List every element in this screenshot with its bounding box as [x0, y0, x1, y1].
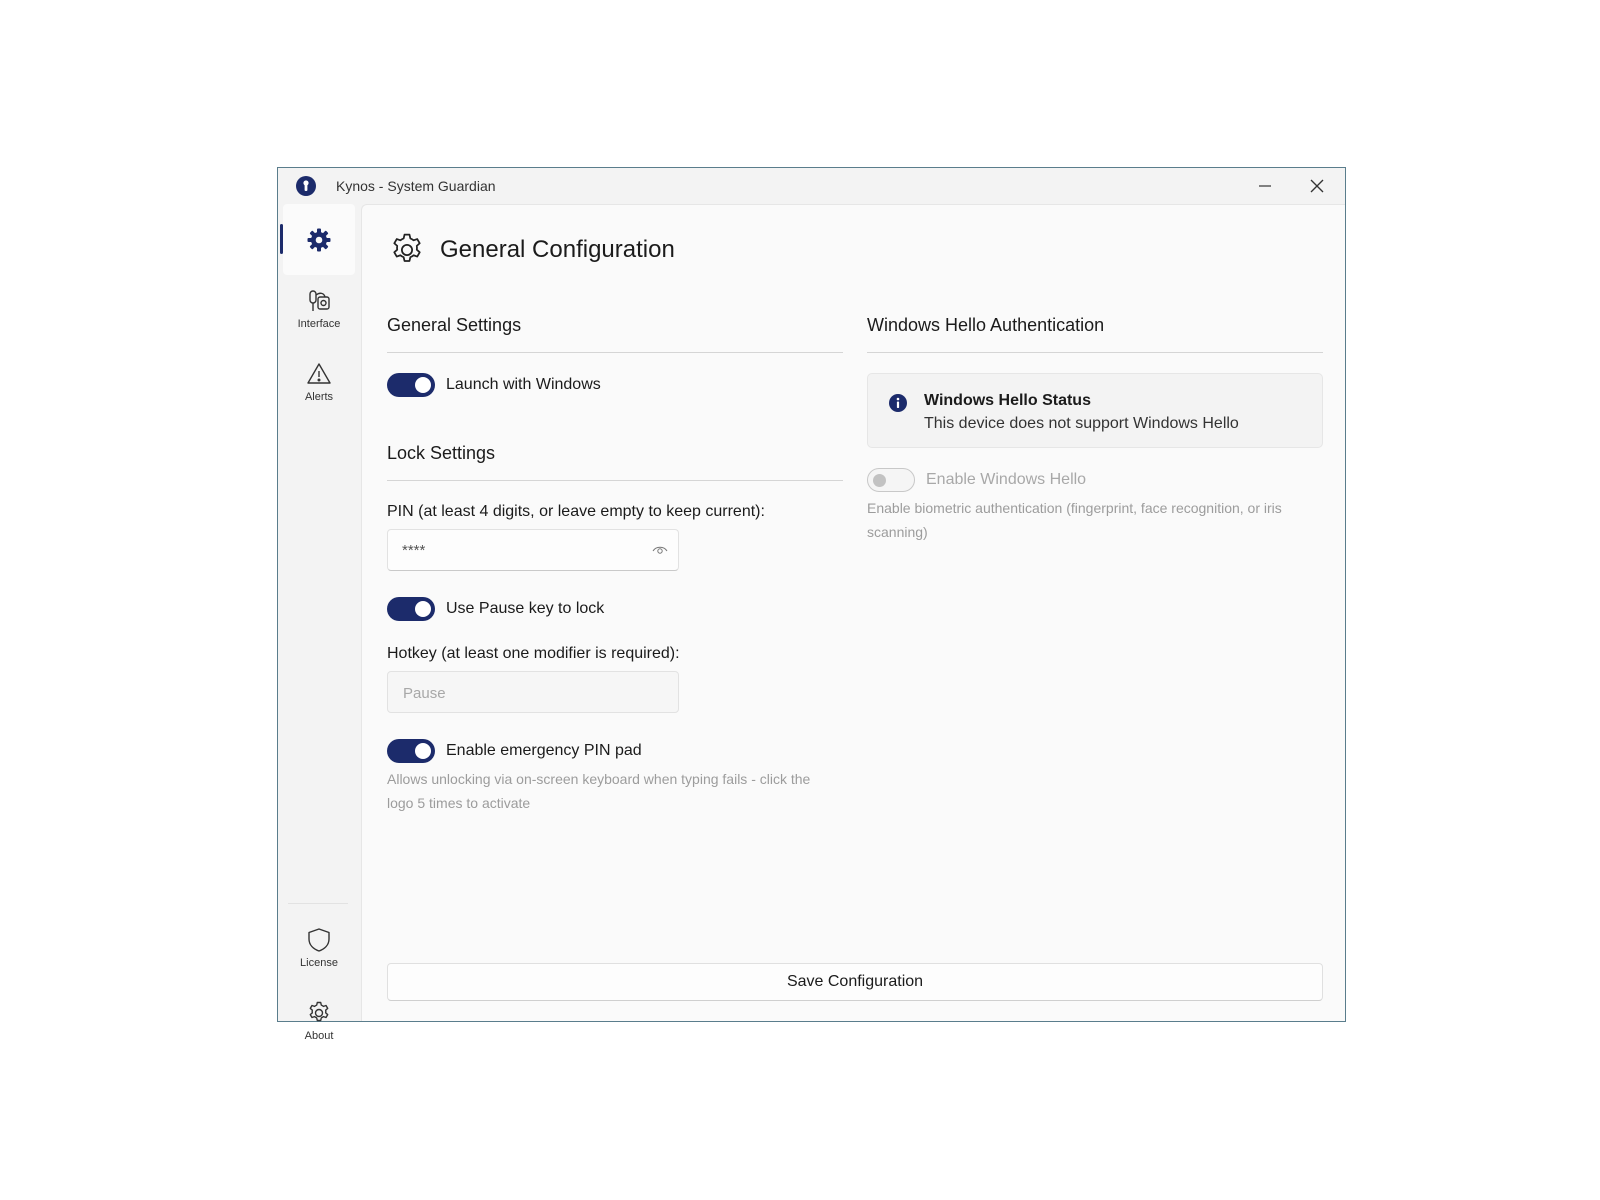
sidebar-item-label: Alerts — [304, 391, 334, 403]
app-logo-icon — [296, 176, 316, 196]
pin-label: PIN (at least 4 digits, or leave empty t… — [387, 503, 765, 520]
toggle-knob — [415, 601, 431, 617]
hotkey-label: Hotkey (at least one modifier is require… — [387, 645, 680, 662]
launch-with-windows-toggle[interactable] — [387, 373, 435, 397]
close-icon — [1310, 179, 1324, 193]
content-pane: General Configuration General Settings L… — [361, 204, 1345, 1021]
sidebar-divider — [288, 903, 348, 904]
emergency-pad-label: Enable emergency PIN pad — [446, 742, 642, 759]
windows-hello-hint: Enable biometric authentication (fingerp… — [867, 500, 1282, 540]
sidebar-item-license[interactable]: License — [283, 915, 355, 981]
enable-windows-hello-row: Enable Windows Hello — [867, 468, 1323, 492]
minimize-button[interactable] — [1239, 168, 1291, 204]
shield-icon — [308, 928, 330, 952]
pause-key-label: Use Pause key to lock — [446, 600, 605, 617]
windows-hello-heading: Windows Hello Authentication — [867, 315, 1323, 353]
sidebar-item-label: Interface — [297, 318, 341, 330]
sidebar-item-interface[interactable]: Interface — [283, 276, 355, 342]
lock-settings-heading: Lock Settings — [387, 443, 843, 481]
sidebar-item-general[interactable] — [283, 204, 355, 275]
minimize-icon — [1259, 185, 1271, 187]
page-title: General Configuration — [440, 236, 675, 263]
sidebar-item-about[interactable]: About — [283, 988, 355, 1054]
emergency-pad-toggle[interactable] — [387, 739, 435, 763]
emergency-pad-hint: Allows unlocking via on-screen keyboard … — [387, 771, 811, 811]
pause-key-row: Use Pause key to lock — [387, 597, 843, 621]
eye-icon[interactable] — [652, 543, 668, 557]
right-column: Windows Hello Authentication Windows Hel… — [867, 315, 1323, 544]
gear-icon — [307, 228, 331, 251]
hotkey-input: Pause — [387, 671, 679, 713]
sidebar-item-label: About — [304, 1030, 334, 1042]
sidebar: Interface Alerts License About — [278, 204, 361, 1042]
sidebar-item-label: License — [300, 957, 338, 969]
windows-hello-status-card: Windows Hello Status This device does no… — [867, 373, 1323, 448]
launch-with-windows-row: Launch with Windows — [387, 373, 843, 397]
info-icon — [889, 394, 907, 412]
toggle-knob — [873, 474, 886, 487]
save-configuration-button[interactable]: Save Configuration — [387, 963, 1323, 1001]
gear-outline-icon — [393, 233, 421, 262]
warning-triangle-icon — [307, 363, 331, 384]
sidebar-item-alerts[interactable]: Alerts — [283, 349, 355, 415]
enable-windows-hello-toggle — [867, 468, 915, 492]
pin-value: **** — [402, 542, 426, 559]
gear-outline-icon — [309, 1001, 329, 1022]
window-title: Kynos - System Guardian — [336, 178, 496, 194]
enable-windows-hello-label: Enable Windows Hello — [926, 471, 1087, 488]
app-window: Kynos - System Guardian Interface Alerts… — [277, 167, 1346, 1042]
windows-hello-status-title: Windows Hello Status — [924, 392, 1091, 409]
launch-with-windows-label: Launch with Windows — [446, 376, 601, 393]
windows-hello-status-text: This device does not support Windows Hel… — [924, 415, 1239, 432]
title-bar: Kynos - System Guardian — [278, 168, 1345, 204]
toggle-knob — [415, 377, 431, 393]
interface-icon — [309, 290, 330, 311]
page-header: General Configuration — [388, 231, 675, 269]
toggle-knob — [415, 743, 431, 759]
pause-key-toggle[interactable] — [387, 597, 435, 621]
emergency-pad-row: Enable emergency PIN pad — [387, 739, 843, 763]
hotkey-value: Pause — [403, 685, 446, 702]
active-nav-indicator — [280, 224, 283, 254]
pin-input[interactable]: **** — [387, 529, 679, 571]
close-button[interactable] — [1291, 168, 1343, 204]
general-settings-heading: General Settings — [387, 315, 843, 353]
left-column: General Settings Launch with Windows Loc… — [387, 315, 843, 815]
